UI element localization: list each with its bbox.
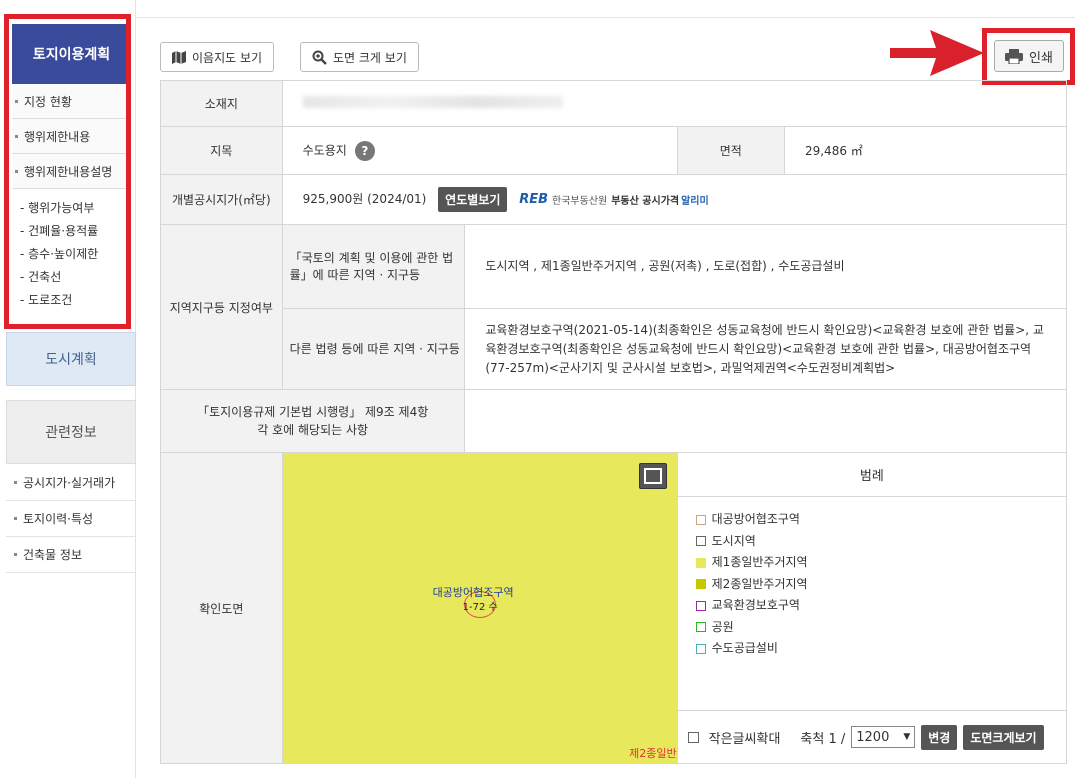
year-view-button[interactable]: 연도별보기 bbox=[438, 187, 508, 212]
reb-link[interactable]: REB 한국부동산원 부동산 공시가격 알리미 bbox=[519, 192, 709, 207]
legend-item: 공원 bbox=[695, 617, 1048, 639]
redacted-address bbox=[302, 96, 563, 108]
rule-value bbox=[464, 389, 1067, 453]
chevron-down-icon: ▼ bbox=[903, 732, 911, 742]
bullet-icon bbox=[14, 553, 17, 556]
price-label: 개별공시지가(㎡당) bbox=[160, 174, 283, 225]
scale-value: 1200 bbox=[856, 729, 890, 745]
zoom-map-label: 도면 크게 보기 bbox=[333, 50, 407, 65]
legend-item: 대공방어협조구역 bbox=[695, 509, 1048, 531]
scale-label: 축척 1 / bbox=[800, 731, 846, 747]
location-label: 소재지 bbox=[160, 80, 283, 127]
related-item-price[interactable]: 공시지가·실거래가 bbox=[6, 465, 136, 501]
expand-icon bbox=[643, 468, 662, 484]
legend-item: 도시지역 bbox=[695, 531, 1048, 553]
top-divider bbox=[136, 17, 1075, 18]
scale-select[interactable]: 1200 ▼ bbox=[851, 726, 916, 748]
legend-swatch bbox=[695, 643, 706, 654]
fullscreen-button[interactable] bbox=[638, 463, 667, 489]
legend-label: 대공방어협조구역 bbox=[711, 512, 800, 526]
jimok-label: 지목 bbox=[160, 126, 283, 175]
zone-sub-label-1: 「국토의 계획 및 이용에 관한 법률」에 따른 지역 · 지구등 bbox=[281, 224, 466, 309]
map-corner-label: 제2종일반 bbox=[629, 747, 677, 760]
map-view-label: 이음지도 보기 bbox=[192, 50, 263, 65]
related-item-label: 토지이력·특성 bbox=[23, 512, 94, 526]
legend-label: 도시지역 bbox=[711, 533, 756, 548]
bullet-icon bbox=[14, 517, 17, 520]
related-item-label: 건축물 정보 bbox=[23, 548, 83, 562]
legend-item: 수도공급설비 bbox=[695, 638, 1048, 660]
zone-label: 지역지구등 지정여부 bbox=[160, 224, 283, 390]
big-map-button[interactable]: 도면크게보기 bbox=[963, 724, 1044, 750]
legend-item: 교육환경보호구역 bbox=[695, 595, 1048, 617]
legend-list: 대공방어협조구역 도시지역 제1종일반주거지역 제2종일반주거지역 교육환경보호… bbox=[678, 497, 1066, 710]
legend-swatch bbox=[695, 536, 706, 547]
location-value bbox=[281, 80, 1068, 127]
related-item-history[interactable]: 토지이력·특성 bbox=[6, 501, 136, 537]
highlight-box bbox=[4, 14, 131, 329]
zone-value-2: 교육환경보호구역(2021-05-14)(최종확인은 성동교육청에 반드시 확인… bbox=[464, 308, 1067, 390]
legend-title: 범례 bbox=[677, 453, 1066, 497]
scale-change-button[interactable]: 변경 bbox=[921, 724, 958, 750]
map-label: 확인도면 bbox=[160, 452, 283, 764]
reb-service: 부동산 공시가격 bbox=[611, 196, 680, 207]
red-arrow-icon bbox=[890, 30, 984, 76]
print-label: 인쇄 bbox=[1029, 50, 1053, 66]
legend-panel: 범례 대공방어협조구역 도시지역 제1종일반주거지역 제2종일반주거지역 교육환… bbox=[676, 452, 1068, 764]
jimok-cell: 수도용지? bbox=[281, 126, 678, 175]
legend-label: 공원 bbox=[711, 619, 734, 634]
zoom-map-button[interactable]: 도면 크게 보기 bbox=[300, 42, 419, 72]
map-icon bbox=[172, 50, 186, 64]
small-font-label: 작은글씨확대 bbox=[708, 731, 781, 747]
area-label: 면적 bbox=[676, 126, 785, 175]
related-item-building[interactable]: 건축물 정보 bbox=[6, 537, 136, 573]
printer-icon bbox=[1005, 48, 1024, 64]
map-cell: 대공방어협조구역 1-72 수 제2종일반 bbox=[281, 452, 678, 764]
land-map[interactable]: 대공방어협조구역 1-72 수 제2종일반 bbox=[282, 453, 677, 763]
sidebar: 토지이용계획 지정 현황 행위제한내용 행위제한내용설명 - 행위가능여부 - … bbox=[0, 0, 136, 778]
area-value: 29,486 ㎡ bbox=[783, 126, 1068, 175]
legend-label: 제2종일반주거지역 bbox=[711, 576, 808, 591]
jimok-value: 수도용지 bbox=[302, 143, 347, 157]
print-button[interactable]: 인쇄 bbox=[994, 40, 1064, 72]
legend-item: 제1종일반주거지역 bbox=[695, 552, 1048, 574]
rule-label: 「토지이용규제 기본법 시행령」 제9조 제4항 각 호에 해당되는 사항 bbox=[159, 389, 466, 453]
zoom-in-icon bbox=[312, 50, 327, 65]
sidebar-tab-related-info[interactable]: 관련정보 bbox=[6, 400, 136, 464]
legend-label: 수도공급설비 bbox=[711, 641, 778, 655]
legend-swatch bbox=[695, 600, 706, 611]
legend-swatch bbox=[695, 514, 706, 525]
bullet-icon bbox=[14, 481, 17, 484]
legend-label: 교육환경보호구역 bbox=[711, 598, 800, 612]
reb-org: 한국부동산원 bbox=[552, 196, 608, 207]
reb-logo: REB bbox=[519, 192, 549, 207]
legend-swatch bbox=[695, 579, 706, 590]
small-font-checkbox[interactable] bbox=[687, 731, 699, 743]
price-value: 925,900원 (2024/01) bbox=[302, 192, 427, 206]
map-view-button[interactable]: 이음지도 보기 bbox=[160, 42, 275, 72]
legend-swatch bbox=[695, 622, 706, 633]
related-item-label: 공시지가·실거래가 bbox=[23, 476, 116, 490]
map-controls: 작은글씨확대 축척 1 / 1200 ▼ 변경 도면크게보기 bbox=[677, 710, 1066, 763]
related-menu: 공시지가·실거래가 토지이력·특성 건축물 정보 bbox=[6, 465, 136, 573]
land-info-table: 소재지 지목 수도용지? 면적 29,486 ㎡ 개별공시지가(㎡당) 925,… bbox=[159, 80, 1068, 764]
price-cell: 925,900원 (2024/01) 연도별보기 REB 한국부동산원 부동산 … bbox=[281, 174, 1068, 225]
zone-sub-label-2: 다른 법령 등에 따른 지역 · 지구등 bbox=[281, 308, 466, 390]
page-root: 토지이용계획 지정 현황 행위제한내용 행위제한내용설명 - 행위가능여부 - … bbox=[0, 0, 1075, 778]
legend-item: 제2종일반주거지역 bbox=[695, 574, 1048, 596]
help-icon[interactable]: ? bbox=[354, 140, 375, 161]
reb-service-2: 알리미 bbox=[681, 196, 709, 207]
sidebar-tab-city-plan[interactable]: 도시계획 bbox=[6, 332, 136, 386]
legend-label: 제1종일반주거지역 bbox=[711, 555, 808, 569]
map-parcel-label: 1-72 수 bbox=[462, 602, 498, 613]
zone-value-1: 도시지역 , 제1종일반주거지역 , 공원(저촉) , 도로(접합) , 수도공… bbox=[464, 224, 1067, 309]
legend-swatch bbox=[695, 557, 706, 568]
